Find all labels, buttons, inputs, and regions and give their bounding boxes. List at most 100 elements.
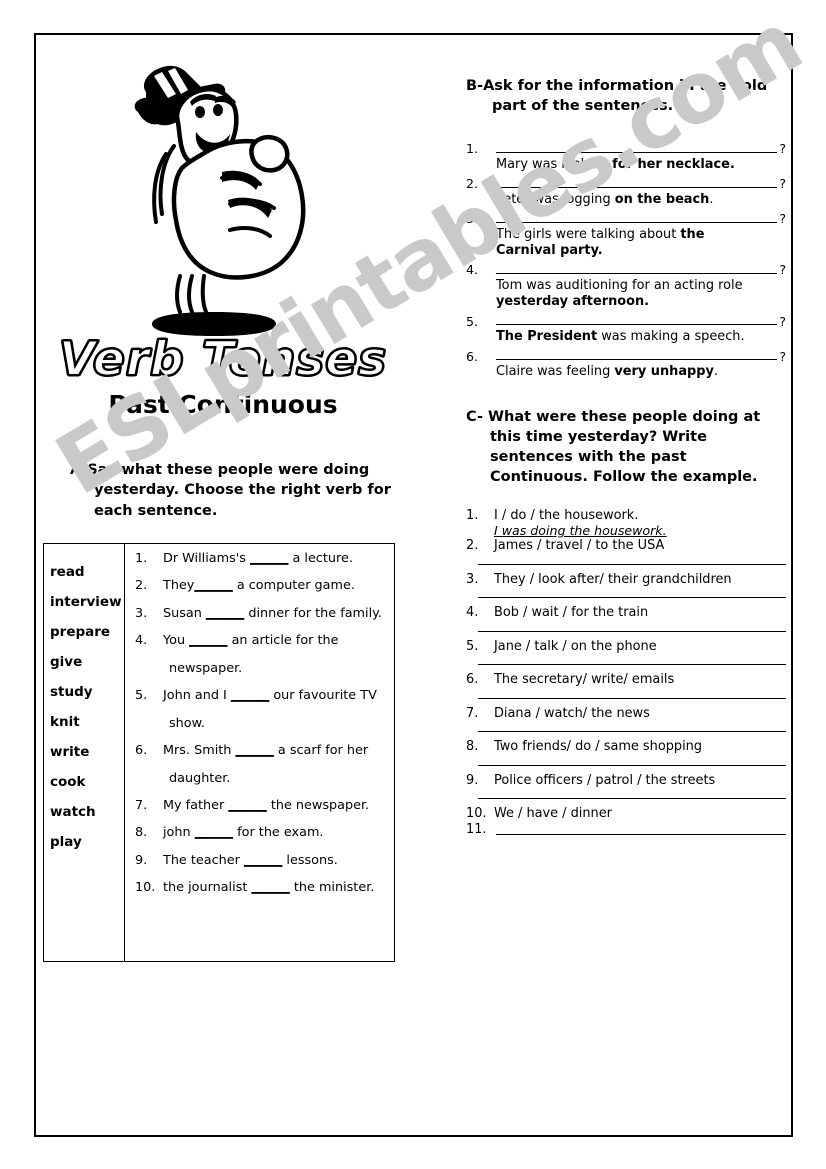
list-item: 3. They / look after/ their grandchildre… [466, 572, 786, 587]
list-item: 2. James / travel / to the USA [466, 538, 786, 553]
item-number: 10. [135, 880, 156, 896]
thumbs-up-character-icon [118, 50, 348, 340]
verb-item: study [50, 684, 93, 700]
item-number: 8. [466, 739, 479, 755]
verb-item: write [50, 744, 90, 760]
item-text: the journalist ______ the minister. [163, 880, 388, 895]
item-number: 1. [466, 140, 479, 156]
answer-blank[interactable]: ______ [195, 825, 233, 840]
item-number: 3. [466, 211, 479, 226]
item-number: 7. [466, 705, 479, 721]
question-mark: ? [779, 313, 786, 329]
prompt-sentence: Peter was jogging on the beach. [466, 192, 786, 208]
exercise-b-instruction-line1: B-Ask for the information in the bold [466, 78, 768, 94]
sentence-after: an article for the [227, 632, 339, 648]
page-subtitle: Past Continuous [108, 390, 338, 419]
answer-blank[interactable]: ______ [189, 633, 227, 648]
answer-blank-line[interactable] [478, 563, 786, 565]
answer-blank-line[interactable] [478, 730, 786, 733]
sentence-plain-start: Mary was looking [496, 156, 613, 172]
sentence-plain-end: . [709, 191, 714, 207]
item-text: John and I ______ our favourite TV show. [163, 687, 388, 731]
answer-blank-line[interactable] [496, 346, 778, 361]
item-number: 6. [466, 672, 479, 688]
answer-blank-line[interactable] [496, 260, 778, 275]
verb-item: watch [50, 804, 96, 820]
sentence-bold-part: very unhappy [614, 364, 714, 380]
answer-blank[interactable]: ______ [235, 743, 273, 758]
table-row: 5. John and I ______ our favourite TV sho… [135, 687, 388, 731]
item-number: 6. [466, 348, 479, 364]
page-title: Verb Tenses [58, 332, 388, 387]
prompt-sentence: The President was making a speech. [466, 329, 786, 345]
sentence-after: a lecture. [288, 551, 353, 566]
answer-line-row: 2. ? [466, 174, 786, 191]
answer-blank[interactable]: ______ [231, 688, 269, 703]
item-number: 3. [135, 605, 148, 621]
answer-blank-line[interactable] [496, 311, 778, 326]
answer-blank[interactable]: ______ [251, 880, 289, 895]
table-row: 2. They______ a computer game. [135, 578, 388, 594]
question-mark: ? [779, 140, 786, 156]
sentence-before: My father [163, 798, 229, 814]
sentence-plain-start: Tom was auditioning for an acting role [496, 278, 743, 294]
answer-blank-line[interactable] [496, 822, 786, 835]
item-number: 2. [466, 175, 479, 191]
sentence-before: Mrs. Smith [163, 743, 236, 759]
prompt-sentence: The girls were talking about the Carnival… [466, 227, 786, 259]
answer-blank-line[interactable] [478, 697, 786, 699]
item-number: 4. [135, 632, 148, 648]
answer-blank-line[interactable] [478, 663, 786, 666]
sentence-bold-part: the [680, 226, 705, 242]
item-text: Police officers / patrol / the streets [494, 772, 716, 788]
sentence-bold-part: The President [496, 329, 598, 345]
answer-blank-line[interactable] [478, 797, 786, 800]
question-mark: ? [779, 262, 786, 278]
sentence-after: our favourite TV [269, 687, 377, 703]
question-mark: ? [779, 175, 786, 191]
sentence-after: a scarf for her [273, 743, 369, 759]
answer-blank[interactable]: ______ [250, 551, 288, 566]
prompt-sentence: Mary was looking for her necklace. [466, 157, 786, 173]
answer-blank[interactable]: ______ [206, 606, 244, 621]
sentence-after: for the exam. [233, 825, 324, 841]
list-item: 6. ? Claire was feeling very unhappy. [466, 346, 786, 380]
sentence-plain-start: Claire was feeling [496, 364, 615, 380]
sentence-list-cell: 1. Dr Williams's ______ a lecture. 2. Th… [125, 544, 394, 961]
worksheet-page: ESLprintables.com Verb Tenses Past Conti… [0, 0, 826, 1169]
answer-blank-line[interactable] [478, 596, 786, 599]
list-item: 4. Bob / wait / for the train [466, 605, 786, 620]
list-item: 1. I / do / the housework. [466, 508, 786, 523]
answer-blank-line[interactable] [496, 209, 778, 223]
table-row: 4. You ______ an article for the newspape… [135, 632, 388, 676]
list-item: 11. [466, 822, 786, 837]
list-item: 10. We / have / dinner [466, 806, 786, 821]
exercise-b-list: 1. ? Mary was looking for her necklace. … [466, 139, 786, 381]
list-item: 4. ? Tom was auditioning for an acting r… [466, 260, 786, 310]
sentence-after: a computer game. [232, 578, 355, 594]
table-row: 3. Susan ______ dinner for the family. [135, 605, 388, 621]
item-number: 4. [466, 605, 479, 621]
answer-blank-line[interactable] [478, 630, 786, 632]
sentence-continuation: daughter. [169, 770, 231, 786]
title-block: Verb Tenses Past Continuous [43, 332, 403, 419]
sentence-plain-start: Peter was jogging [496, 191, 615, 207]
answer-blank-line[interactable] [496, 139, 778, 153]
item-text: My father ______ the newspaper. [163, 798, 388, 814]
item-number: 2. [466, 538, 479, 554]
answer-blank[interactable]: ______ [244, 853, 282, 868]
item-number: 10. [466, 806, 487, 822]
sentence-bold-wrap: Carnival party. [496, 242, 603, 258]
list-item: 1. ? Mary was looking for her necklace. [466, 139, 786, 173]
verb-item: read [50, 564, 85, 580]
item-number: 5. [466, 313, 479, 329]
item-number: 1. [466, 507, 479, 523]
answer-blank[interactable]: ______ [194, 578, 232, 593]
answer-blank[interactable]: ______ [228, 798, 266, 813]
item-number: 5. [135, 687, 148, 703]
example-answer-row: I was doing the housework. [466, 523, 786, 538]
answer-blank-line[interactable] [478, 764, 786, 766]
sentence-continuation: newspaper. [169, 660, 243, 676]
table-row: 7. My father ______ the newspaper. [135, 798, 388, 814]
answer-blank-line[interactable] [496, 174, 778, 188]
